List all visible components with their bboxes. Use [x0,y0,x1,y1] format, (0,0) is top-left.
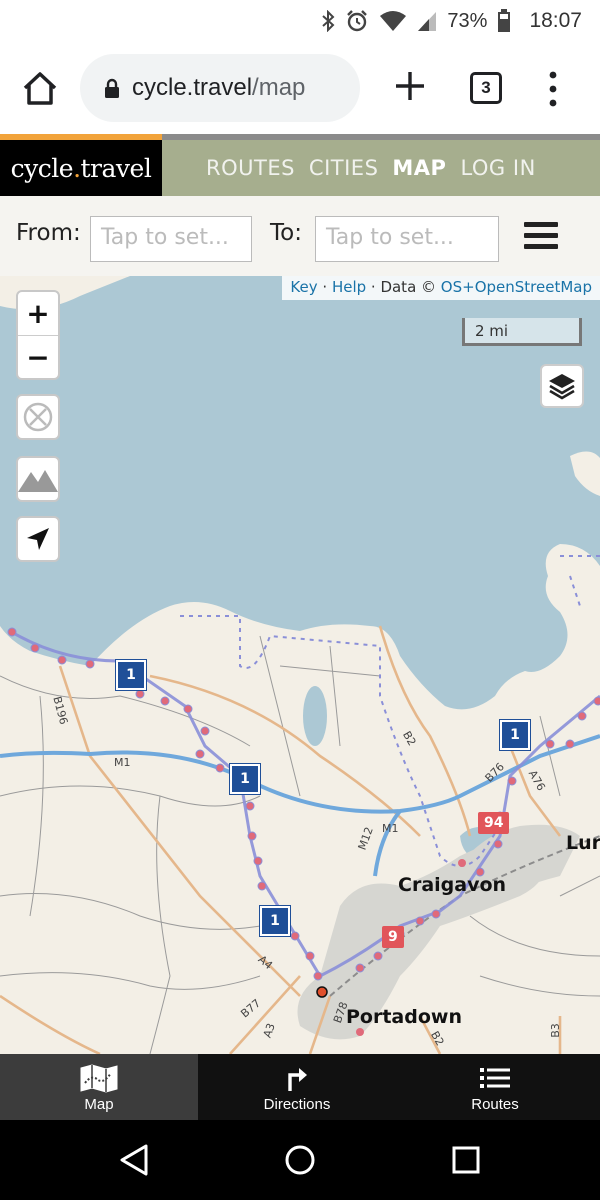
site-header: cycle. travel ROUTES CITIES MAP LOG IN [0,134,600,196]
status-bar: 73% 18:07 [0,0,600,42]
locate-button[interactable] [16,516,60,562]
map-view[interactable]: Key · Help · Data © OS+OpenStreetMap 2 m… [0,276,600,1054]
place-label-portadown: Portadown [346,1006,462,1028]
attribution-sep-1: · [317,278,332,296]
from-label: From: [16,220,81,246]
place-label-lurgan: Lur [566,832,600,854]
url-path: /map [252,74,306,101]
layers-button[interactable] [540,364,584,408]
turn-right-icon [284,1062,310,1094]
route-shield-94: 94 [478,812,510,834]
site-nav: ROUTES CITIES MAP LOG IN [206,140,550,196]
ncn-route-marker: 1 [500,720,530,750]
zoom-controls: + − [16,290,60,380]
system-navigation-bar [0,1120,600,1200]
tab-switcher-button[interactable]: 3 [470,72,502,104]
ncn-route-marker: 1 [230,764,260,794]
layers-icon [549,374,575,400]
help-link[interactable]: Help [332,278,366,296]
attribution-sep-2: · Data © [366,278,441,296]
new-tab-button[interactable] [392,68,428,104]
logo-text-2: travel [80,153,152,183]
menu-icon[interactable] [524,222,558,252]
folded-map-icon [79,1062,119,1094]
logo-dot: . [73,153,81,183]
tab-map-label: Map [84,1095,114,1113]
road-label: M1 [382,822,399,835]
to-label: To: [270,220,302,246]
road-label: M1 [114,756,131,769]
clear-route-button[interactable] [16,394,60,440]
ncn-route-marker: 1 [260,906,290,936]
place-label-craigavon: Craigavon [398,874,507,896]
recents-icon[interactable] [452,1146,480,1174]
route-shield-9: 9 [382,926,404,948]
zoom-out-button[interactable]: − [18,335,58,378]
more-vert-icon [549,71,557,107]
home-circle-icon[interactable] [284,1144,316,1176]
url-host: cycle.travel [132,74,253,101]
cancel-circle-icon [23,402,53,432]
home-icon [23,72,57,105]
plus-icon [396,72,424,100]
route-form: From: Tap to set... To: Tap to set... [0,196,600,276]
lock-icon [104,78,120,98]
nav-cities[interactable]: CITIES [309,156,378,180]
map-attribution: Key · Help · Data © OS+OpenStreetMap [282,276,600,300]
elevation-button[interactable] [16,456,60,502]
battery-percent: 73% [447,9,488,32]
signal-icon [417,10,437,32]
home-button[interactable] [20,70,60,110]
site-logo[interactable]: cycle. travel [0,140,162,196]
tab-directions[interactable]: Directions [198,1054,396,1120]
nav-map[interactable]: MAP [392,156,446,180]
from-input[interactable]: Tap to set... [90,216,252,262]
wifi-icon [379,10,407,32]
bluetooth-icon [321,10,335,32]
nav-login[interactable]: LOG IN [460,156,535,180]
data-source-link[interactable]: OS+OpenStreetMap [441,278,592,296]
browser-toolbar: cycle.travel/map 3 [0,42,600,134]
zoom-in-button[interactable]: + [18,292,58,335]
location-arrow-icon [27,528,49,550]
bottom-tab-bar: Map Directions Routes [0,1054,600,1120]
road-label: B3 [548,1023,562,1038]
tab-map[interactable]: Map [0,1054,198,1120]
nav-routes[interactable]: ROUTES [206,156,295,180]
key-link[interactable]: Key [290,278,317,296]
map-scale: 2 mi [462,318,582,346]
battery-icon [497,9,511,33]
clock: 18:07 [529,9,582,32]
tab-directions-label: Directions [263,1095,331,1113]
address-bar[interactable]: cycle.travel/map [80,54,360,122]
tab-routes[interactable]: Routes [396,1054,594,1120]
alarm-icon [345,9,369,33]
tab-routes-label: Routes [471,1095,519,1113]
back-icon[interactable] [118,1144,150,1176]
to-input[interactable]: Tap to set... [315,216,499,262]
mountain-icon [18,470,58,492]
ncn-route-marker: 1 [116,660,146,690]
logo-text-1: cycle [10,153,74,183]
list-icon [480,1062,510,1094]
map-canvas [0,276,600,1054]
browser-menu-button[interactable] [548,70,558,108]
